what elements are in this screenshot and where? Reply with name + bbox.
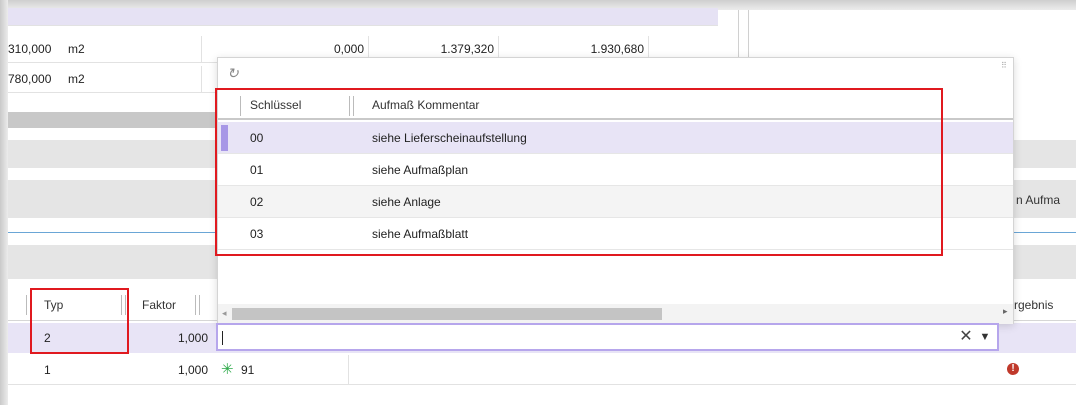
- column-header-faktor[interactable]: Faktor: [142, 298, 176, 312]
- scrollbar-thumb[interactable]: [232, 308, 662, 320]
- lookup-popup: ↻ ⠿ Schlüssel Aufmaß Kommentar 00 siehe …: [217, 57, 1014, 324]
- scroll-left-icon[interactable]: ◂: [222, 308, 227, 319]
- key-cell: 00: [250, 131, 264, 145]
- column-header-key[interactable]: Schlüssel: [250, 98, 301, 112]
- comment-cell: siehe Anlage: [372, 195, 441, 209]
- section-header-band: [8, 140, 218, 168]
- error-icon[interactable]: !: [1007, 363, 1019, 375]
- typ-cell: 1: [44, 363, 51, 377]
- scroll-right-icon[interactable]: ▸: [1003, 306, 1008, 317]
- text-caret: [222, 331, 223, 345]
- list-item[interactable]: 02 siehe Anlage: [218, 186, 1013, 218]
- faktor-cell: 1,000: [177, 331, 208, 345]
- column-header-comment[interactable]: Aufmaß Kommentar: [372, 98, 479, 112]
- section-header-band: [8, 245, 218, 279]
- key-cell: 02: [250, 195, 264, 209]
- quantity-cell: 310,000: [8, 42, 52, 56]
- typ-cell: 2: [44, 331, 51, 345]
- popup-header: Schlüssel Aufmaß Kommentar: [218, 90, 1013, 120]
- comment-cell: siehe Lieferscheinaufstellung: [372, 131, 527, 145]
- key-cell: 01: [250, 163, 264, 177]
- column-header-typ[interactable]: Typ: [44, 298, 63, 312]
- asterisk-icon: ✳: [221, 361, 234, 378]
- window-frame-left: [0, 0, 8, 405]
- caret-down-icon[interactable]: ▼: [976, 328, 994, 346]
- comment-cell: siehe Aufmaßblatt: [372, 227, 469, 241]
- column-header-ergebnis[interactable]: rgebnis: [1014, 298, 1053, 312]
- unit-cell: m2: [68, 42, 85, 56]
- faktor-cell: 1,000: [177, 363, 208, 377]
- key-cell: 03: [250, 227, 264, 241]
- unit-cell: m2: [68, 72, 85, 86]
- comment-cell: siehe Aufmaßplan: [372, 163, 469, 177]
- table-row-partial[interactable]: [8, 8, 718, 26]
- clear-button[interactable]: ✕: [957, 328, 975, 346]
- list-item[interactable]: 01 siehe Aufmaßplan: [218, 154, 1013, 186]
- section-header-band: [1014, 140, 1076, 168]
- horizontal-scrollbar[interactable]: [8, 112, 218, 128]
- comment-key-input[interactable]: ✕ ▼: [216, 323, 999, 351]
- popup-toolbar: ↻ ⠿: [218, 58, 1013, 88]
- selection-marker: [221, 125, 228, 151]
- section-header-band: [8, 180, 218, 218]
- horizontal-scrollbar[interactable]: ◂: [218, 304, 1013, 324]
- value-cell: 91: [241, 363, 255, 377]
- quantity-cell: 780,000: [8, 72, 52, 86]
- section-header-band: [1014, 245, 1076, 279]
- resize-grip-icon[interactable]: ⠿: [1001, 61, 1007, 70]
- list-item[interactable]: 03 siehe Aufmaßblatt: [218, 218, 1013, 250]
- refresh-icon[interactable]: ↻: [227, 65, 239, 82]
- column-header-partial: n Aufma: [1016, 193, 1061, 207]
- list-item-selected[interactable]: 00 siehe Lieferscheinaufstellung: [218, 122, 1013, 154]
- table-row[interactable]: 1 1,000 ✳ 91 !: [8, 355, 1076, 385]
